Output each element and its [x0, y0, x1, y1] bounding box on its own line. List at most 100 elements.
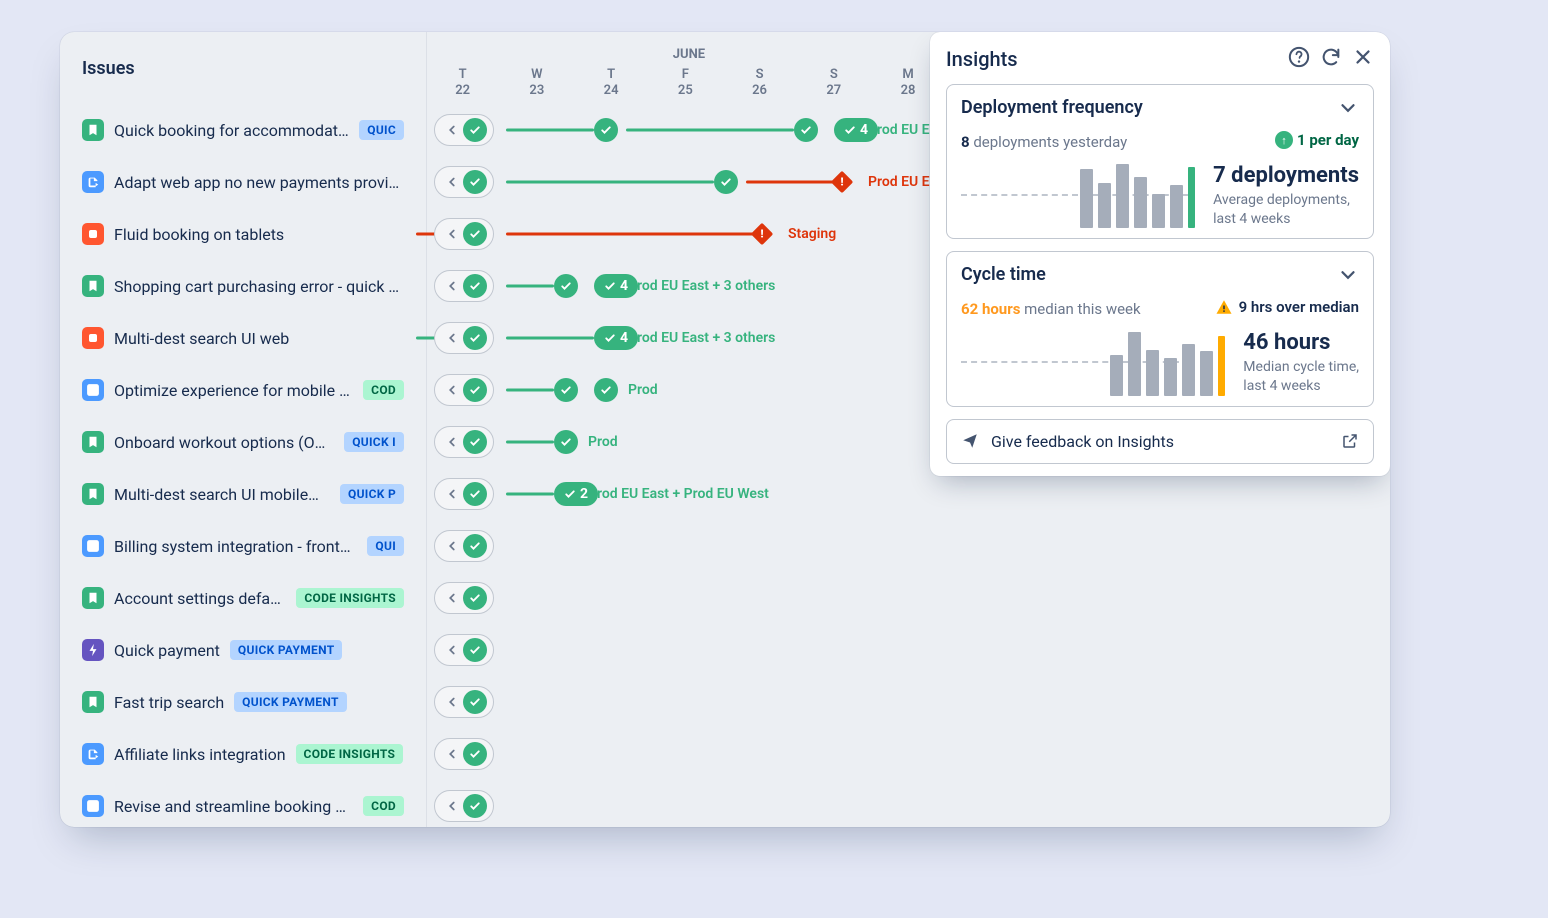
issue-row[interactable]: Multi-dest search UI mobilewebQUICK P [60, 468, 426, 520]
chevron-left-icon[interactable] [441, 227, 463, 241]
commit-chip[interactable] [434, 114, 494, 146]
issue-row[interactable]: Revise and streamline booking flowCOD [60, 780, 426, 827]
issue-title: Shopping cart purchasing error - quick f… [114, 277, 404, 296]
timeline-row [426, 780, 1390, 827]
external-link-icon [1341, 432, 1359, 450]
chevron-left-icon[interactable] [441, 487, 463, 501]
issue-row[interactable]: Quick booking for accommodationsQUIC [60, 104, 426, 156]
issue-row[interactable]: Affiliate links integrationCODE INSIGHTS [60, 728, 426, 780]
issue-row[interactable]: Quick paymentQUICK PAYMENT [60, 624, 426, 676]
issue-row[interactable]: Shopping cart purchasing error - quick f… [60, 260, 426, 312]
check-icon [463, 326, 487, 350]
issue-title: Account settings defaults [114, 589, 286, 608]
commit-chip[interactable] [434, 686, 494, 718]
day-col[interactable]: S26 [722, 62, 796, 104]
close-icon[interactable] [1352, 46, 1374, 72]
check-icon [463, 118, 487, 142]
issue-row[interactable]: Account settings defaults CODE INSIGHTS [60, 572, 426, 624]
chevron-down-icon[interactable] [1337, 264, 1359, 290]
check-icon [463, 482, 487, 506]
commit-chip[interactable] [434, 530, 494, 562]
day-col[interactable]: F25 [648, 62, 722, 104]
cycle-title: Cycle time [961, 264, 1337, 285]
issue-row[interactable]: Fast trip searchQUICK PAYMENT [60, 676, 426, 728]
refresh-icon[interactable] [1320, 46, 1342, 72]
issue-tag: CODE INSIGHTS [296, 588, 404, 608]
check-icon [794, 118, 818, 142]
check-icon [594, 118, 618, 142]
issue-tag: QUIC [359, 120, 404, 140]
commit-chip[interactable] [434, 634, 494, 666]
day-col[interactable]: T22 [426, 62, 499, 104]
issue-title: Billing system integration - frontend [114, 537, 357, 556]
chevron-left-icon[interactable] [441, 383, 463, 397]
bug-icon [82, 327, 104, 349]
chevron-left-icon[interactable] [441, 175, 463, 189]
story-icon [82, 483, 104, 505]
issues-column: Issues Quick booking for accommodationsQ… [60, 32, 427, 827]
epic-icon [82, 639, 104, 661]
issue-title: Quick payment [114, 641, 220, 660]
day-col[interactable]: T24 [573, 62, 647, 104]
environment-label: Prod EU East + 3 others [628, 330, 775, 346]
chevron-left-icon[interactable] [441, 331, 463, 345]
chevron-left-icon[interactable] [441, 435, 463, 449]
help-icon[interactable] [1288, 46, 1310, 72]
issue-row[interactable]: Billing system integration - frontendQUI [60, 520, 426, 572]
chevron-left-icon[interactable] [441, 539, 463, 553]
environment-label: Prod EU East + 3 others [628, 278, 775, 294]
chevron-left-icon[interactable] [441, 123, 463, 137]
issue-row[interactable]: Fluid booking on tablets [60, 208, 426, 260]
story-icon [82, 691, 104, 713]
check-icon [463, 794, 487, 818]
trend-up: ↑1 per day [1275, 131, 1359, 149]
issue-row[interactable]: Multi-dest search UI web [60, 312, 426, 364]
card-cycle-time[interactable]: Cycle time 62 hours median this week 9 h… [946, 251, 1374, 406]
insights-title: Insights [946, 47, 1278, 71]
fail-diamond-icon[interactable] [831, 171, 854, 194]
check-icon [463, 170, 487, 194]
day-col[interactable]: W23 [499, 62, 573, 104]
task-icon [82, 379, 104, 401]
check-icon [594, 378, 618, 402]
commit-chip[interactable] [434, 374, 494, 406]
commit-chip[interactable] [434, 218, 494, 250]
chevron-left-icon[interactable] [441, 591, 463, 605]
check-icon [463, 378, 487, 402]
issue-title: Fast trip search [114, 693, 224, 712]
card-deployment-frequency[interactable]: Deployment frequency 8 deployments yeste… [946, 84, 1374, 239]
commit-chip[interactable] [434, 322, 494, 354]
chevron-left-icon[interactable] [441, 747, 463, 761]
issue-title: Adapt web app no new payments provider [114, 173, 404, 192]
commit-chip[interactable] [434, 166, 494, 198]
chevron-left-icon[interactable] [441, 695, 463, 709]
issue-row[interactable]: Onboard workout options (OWO)QUICK I [60, 416, 426, 468]
check-icon [554, 430, 578, 454]
chevron-down-icon[interactable] [1337, 97, 1359, 123]
chevron-left-icon[interactable] [441, 799, 463, 813]
commit-chip[interactable] [434, 582, 494, 614]
change-icon [82, 743, 104, 765]
check-icon [463, 430, 487, 454]
environment-label: Prod [588, 434, 618, 450]
chevron-left-icon[interactable] [441, 279, 463, 293]
commit-chip[interactable] [434, 270, 494, 302]
fail-diamond-icon[interactable] [751, 223, 774, 246]
deployments-board: Issues Quick booking for accommodationsQ… [60, 32, 1390, 827]
timeline-row [426, 572, 1390, 624]
issue-row[interactable]: Adapt web app no new payments provider [60, 156, 426, 208]
commit-chip[interactable] [434, 426, 494, 458]
commit-chip[interactable] [434, 478, 494, 510]
timeline-row [426, 728, 1390, 780]
commit-chip[interactable] [434, 738, 494, 770]
issue-title: Multi-dest search UI web [114, 329, 289, 348]
issue-row[interactable]: Optimize experience for mobile webCOD [60, 364, 426, 416]
check-icon [463, 586, 487, 610]
task-icon [82, 795, 104, 817]
commit-chip[interactable] [434, 790, 494, 822]
chevron-left-icon[interactable] [441, 643, 463, 657]
feedback-link[interactable]: Give feedback on Insights [946, 419, 1374, 464]
environment-label: Prod EU East + Prod EU West [588, 486, 769, 502]
day-col[interactable]: S27 [796, 62, 870, 104]
story-icon [82, 431, 104, 453]
